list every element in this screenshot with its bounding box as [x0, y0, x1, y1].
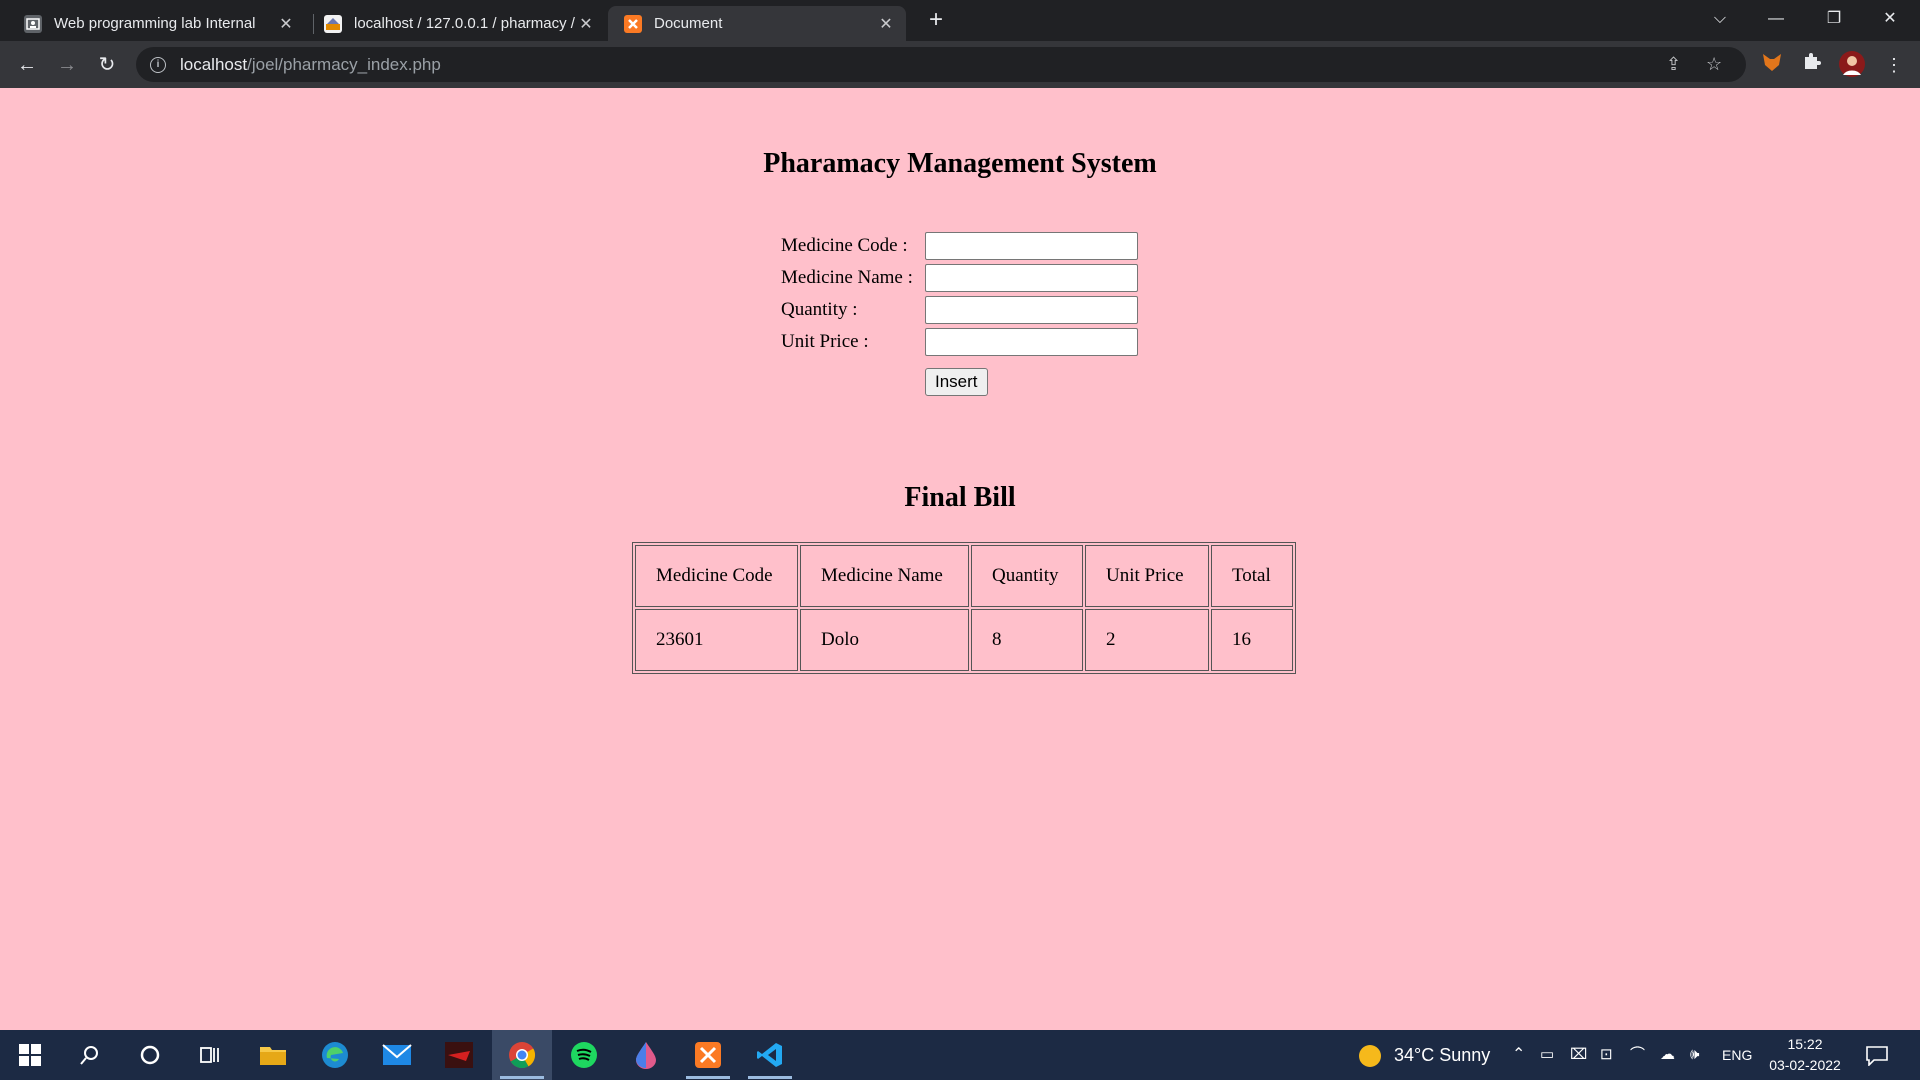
close-tab-icon[interactable]: ✕ [876, 14, 896, 34]
show-hidden-icons-chevron-icon[interactable]: ⌃ [1512, 1030, 1525, 1080]
xampp-icon [624, 14, 642, 33]
header-unit-price: Unit Price [1085, 545, 1209, 607]
phpmyadmin-icon [324, 14, 342, 33]
header-medicine-name: Medicine Name [800, 545, 969, 607]
meet-now-icon[interactable]: ⌧ [1570, 1030, 1587, 1080]
close-tab-icon[interactable]: ✕ [576, 14, 596, 34]
taskbar-clock[interactable]: 15:22 03-02-2022 [1760, 1034, 1850, 1076]
classroom-icon [24, 14, 42, 33]
cell-total: 16 [1211, 609, 1293, 671]
clock-time: 15:22 [1787, 1036, 1823, 1052]
code-label: Medicine Code : [781, 235, 908, 256]
unit-price-input[interactable] [925, 328, 1138, 356]
game-app-icon[interactable] [429, 1030, 489, 1080]
metamask-fox-icon[interactable] [1758, 51, 1786, 79]
spotify-icon[interactable] [554, 1030, 614, 1080]
xampp-taskbar-icon[interactable] [678, 1030, 738, 1080]
form-row-code: Medicine Code : [781, 232, 1181, 260]
browser-toolbar: ← → ↻ i localhost/joel/pharmacy_index.ph… [0, 41, 1920, 88]
bookmark-star-icon[interactable]: ☆ [1706, 47, 1722, 82]
weather-sun-icon[interactable] [1358, 1030, 1382, 1080]
bill-title: Final Bill [904, 482, 1016, 513]
price-label: Unit Price : [781, 331, 869, 352]
tab-web-programming[interactable]: Web programming lab Internal ✕ [8, 6, 306, 41]
display-icon[interactable]: ⊡ [1600, 1030, 1613, 1080]
page-content: Pharamacy Management System Medicine Cod… [0, 88, 1920, 1030]
cortana-icon[interactable] [120, 1030, 180, 1080]
mail-icon[interactable] [367, 1030, 427, 1080]
url-host: localhost [180, 54, 248, 74]
tab-title: Web programming lab Internal [54, 15, 256, 32]
extensions-puzzle-icon[interactable] [1798, 51, 1826, 79]
volume-icon[interactable]: 🕪 [1690, 1030, 1699, 1080]
wifi-icon[interactable]: ⌒ [1630, 1030, 1645, 1080]
task-view-icon[interactable] [180, 1030, 240, 1080]
windows-start-icon[interactable] [0, 1030, 60, 1080]
header-total: Total [1211, 545, 1293, 607]
tab-title: Document [654, 15, 723, 32]
quantity-label: Quantity : [781, 299, 858, 320]
reload-icon[interactable]: ↻ [92, 50, 122, 80]
site-info-icon[interactable]: i [150, 56, 166, 73]
cell-medicine-name: Dolo [800, 609, 969, 671]
address-bar[interactable]: i localhost/joel/pharmacy_index.php ⇪ ☆ [136, 47, 1746, 82]
menu-kebab-icon[interactable]: ⋮ [1880, 51, 1908, 79]
new-tab-plus-icon[interactable]: + [922, 6, 950, 34]
medicine-code-input[interactable] [925, 232, 1138, 260]
onedrive-icon[interactable]: ☁ [1660, 1030, 1675, 1080]
quantity-input[interactable] [925, 296, 1138, 324]
medicine-name-input[interactable] [925, 264, 1138, 292]
minimize-icon[interactable]: — [1748, 0, 1804, 41]
paint-drop-icon[interactable] [616, 1030, 676, 1080]
search-icon[interactable] [60, 1030, 120, 1080]
cell-unit-price: 2 [1085, 609, 1209, 671]
language-indicator[interactable]: ENG [1722, 1030, 1752, 1080]
chrome-icon[interactable] [492, 1030, 552, 1080]
notifications-icon[interactable] [1866, 1030, 1888, 1080]
close-tab-icon[interactable]: ✕ [276, 14, 296, 34]
insert-button[interactable]: Insert [925, 368, 988, 396]
form-row-quantity: Quantity : [781, 296, 1181, 324]
cell-quantity: 8 [971, 609, 1083, 671]
restore-icon[interactable]: ❐ [1806, 0, 1862, 41]
file-explorer-icon[interactable] [243, 1030, 303, 1080]
battery-icon[interactable]: ▭ [1540, 1030, 1554, 1080]
tab-phpmyadmin[interactable]: localhost / 127.0.0.1 / pharmacy / ✕ [308, 6, 606, 41]
table-row: 23601 Dolo 8 2 16 [635, 609, 1293, 671]
share-icon[interactable]: ⇪ [1666, 47, 1681, 82]
header-medicine-code: Medicine Code [635, 545, 798, 607]
form-row-name: Medicine Name : [781, 264, 1181, 292]
tab-title: localhost / 127.0.0.1 / pharmacy / [354, 15, 575, 32]
cell-medicine-code: 23601 [635, 609, 798, 671]
page-title: Pharamacy Management System [763, 148, 1157, 179]
close-window-icon[interactable]: ✕ [1862, 0, 1918, 41]
vscode-icon[interactable] [740, 1030, 800, 1080]
avatar[interactable] [1838, 51, 1866, 79]
name-label: Medicine Name : [781, 267, 913, 288]
url-path: /joel/pharmacy_index.php [247, 54, 441, 74]
tab-document[interactable]: Document ✕ [608, 6, 906, 41]
forward-arrow-icon[interactable]: → [52, 50, 82, 80]
edge-icon[interactable] [305, 1030, 365, 1080]
table-header-row: Medicine Code Medicine Name Quantity Uni… [635, 545, 1293, 607]
header-quantity: Quantity [971, 545, 1083, 607]
bill-table: Medicine Code Medicine Name Quantity Uni… [632, 542, 1296, 674]
browser-tab-strip: Web programming lab Internal ✕ localhost… [0, 0, 1920, 41]
tab-search-chevron-icon[interactable]: ⌵ [1692, 0, 1748, 41]
windows-taskbar: 34°C Sunny ⌃ ▭ ⌧ ⊡ ⌒ ☁ 🕪 ENG 15:22 03-02… [0, 1030, 1920, 1080]
form-row-price: Unit Price : [781, 328, 1181, 356]
back-arrow-icon[interactable]: ← [12, 50, 42, 80]
clock-date: 03-02-2022 [1769, 1057, 1841, 1073]
weather-text[interactable]: 34°C Sunny [1394, 1030, 1490, 1080]
